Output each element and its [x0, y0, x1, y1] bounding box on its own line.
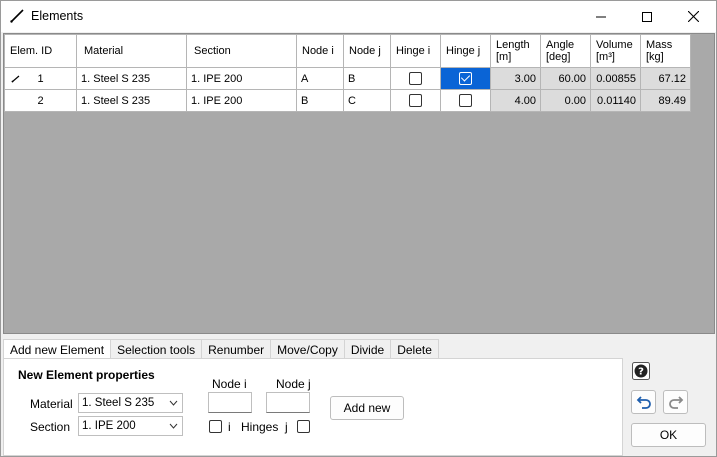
- mass-cell: 67.12: [640, 67, 691, 90]
- material-cell[interactable]: 1. Steel S 235: [76, 67, 187, 90]
- tab-move-copy[interactable]: Move/Copy: [270, 339, 345, 359]
- col-length[interactable]: Length [m]: [490, 34, 541, 68]
- col-angle-unit: [deg]: [546, 51, 571, 63]
- hinge-j-checkbox[interactable]: [459, 94, 472, 107]
- hinge-i-cell[interactable]: [390, 67, 441, 90]
- hinges-label: Hinges: [241, 420, 279, 434]
- elements-table: Elem. ID Material Section Node i Node j …: [4, 34, 691, 112]
- minimize-icon: [596, 16, 606, 17]
- undo-icon: [636, 396, 651, 409]
- col-mass-unit: [kg]: [646, 51, 664, 63]
- volume-cell: 0.01140: [590, 89, 641, 112]
- hinge-j-cell[interactable]: [440, 89, 491, 112]
- header-row: Elem. ID Material Section Node i Node j …: [4, 34, 691, 68]
- svg-text:?: ?: [638, 367, 644, 378]
- row-id-cell[interactable]: 2: [4, 89, 77, 112]
- elem-id: 2: [37, 94, 44, 107]
- section-label: Section: [30, 420, 71, 434]
- hinge-j-cell[interactable]: [440, 67, 491, 90]
- maximize-icon: [642, 11, 652, 22]
- col-mass[interactable]: Mass [kg]: [640, 34, 691, 68]
- node-i-cell[interactable]: A: [296, 67, 344, 90]
- hinge-j-label: j: [285, 420, 288, 434]
- redo-button[interactable]: [663, 390, 688, 414]
- hinge-i-label: i: [228, 420, 231, 434]
- title-bar: Elements: [1, 1, 716, 32]
- minimize-button[interactable]: [578, 1, 624, 32]
- col-length-label: Length: [496, 39, 530, 51]
- section-cell[interactable]: 1. IPE 200: [186, 67, 297, 90]
- col-angle-label: Angle: [546, 39, 575, 51]
- section-cell[interactable]: 1. IPE 200: [186, 89, 297, 112]
- tab-selection-tools[interactable]: Selection tools: [110, 339, 203, 359]
- node-i-label: Node i: [212, 377, 247, 391]
- ok-button[interactable]: OK: [631, 423, 706, 447]
- close-icon: [687, 11, 699, 22]
- material-select[interactable]: 1. Steel S 235: [78, 393, 183, 413]
- col-hinge-j[interactable]: Hinge j: [440, 34, 491, 68]
- tab-divide[interactable]: Divide: [343, 339, 392, 359]
- length-cell: 4.00: [490, 89, 541, 112]
- node-j-input[interactable]: [266, 392, 310, 413]
- tab-add-new-element[interactable]: Add new Element: [3, 339, 112, 360]
- redo-icon: [668, 396, 683, 409]
- node-j-label: Node j: [276, 377, 311, 391]
- col-node-j[interactable]: Node j: [343, 34, 391, 68]
- panel-title: New Element properties: [18, 368, 155, 382]
- col-volume-unit: [m³]: [596, 51, 615, 63]
- volume-cell: 0.00855: [590, 67, 641, 90]
- col-volume-label: Volume: [596, 39, 633, 51]
- hinge-j-checkbox[interactable]: [459, 72, 472, 85]
- hinge-i-checkbox[interactable]: [409, 94, 422, 107]
- node-i-cell[interactable]: B: [296, 89, 344, 112]
- material-label: Material: [30, 397, 73, 411]
- elements-window: Elements Elem. ID Material Section Node …: [0, 0, 717, 457]
- window-title: Elements: [31, 9, 84, 23]
- table-row[interactable]: 1 1. Steel S 235 1. IPE 200 A B 3.00 60.…: [4, 67, 691, 90]
- col-angle[interactable]: Angle [deg]: [540, 34, 591, 68]
- node-i-input[interactable]: [208, 392, 252, 413]
- length-cell: 3.00: [490, 67, 541, 90]
- help-button[interactable]: ?: [630, 360, 652, 382]
- col-material[interactable]: Material: [76, 34, 187, 68]
- angle-cell: 60.00: [540, 67, 591, 90]
- edit-pencil-icon: [11, 75, 20, 83]
- new-hinge-j-checkbox[interactable]: [297, 420, 310, 433]
- table-row[interactable]: 2 1. Steel S 235 1. IPE 200 B C 4.00 0.0…: [4, 89, 691, 112]
- mass-cell: 89.49: [640, 89, 691, 112]
- close-button[interactable]: [670, 1, 716, 32]
- elements-grid[interactable]: Elem. ID Material Section Node i Node j …: [3, 33, 715, 334]
- col-node-i[interactable]: Node i: [296, 34, 344, 68]
- material-cell[interactable]: 1. Steel S 235: [76, 89, 187, 112]
- elem-id: 1: [37, 72, 44, 85]
- hinge-i-checkbox[interactable]: [409, 72, 422, 85]
- col-section[interactable]: Section: [186, 34, 297, 68]
- node-j-cell[interactable]: B: [343, 67, 391, 90]
- tab-renumber[interactable]: Renumber: [201, 339, 272, 359]
- hinge-i-cell[interactable]: [390, 89, 441, 112]
- col-volume[interactable]: Volume [m³]: [590, 34, 641, 68]
- help-icon: ?: [632, 362, 650, 380]
- col-hinge-i[interactable]: Hinge i: [390, 34, 441, 68]
- material-select-value: 1. Steel S 235: [82, 397, 155, 409]
- col-length-unit: [m]: [496, 51, 512, 63]
- maximize-button[interactable]: [624, 1, 670, 32]
- add-element-panel: New Element properties Material 1. Steel…: [3, 358, 623, 456]
- row-id-cell[interactable]: 1: [4, 67, 77, 90]
- tab-delete[interactable]: Delete: [390, 339, 439, 359]
- node-j-cell[interactable]: C: [343, 89, 391, 112]
- line-element-icon: [10, 9, 24, 23]
- new-hinge-i-checkbox[interactable]: [209, 420, 222, 433]
- section-select[interactable]: 1. IPE 200: [78, 416, 183, 436]
- chevron-down-icon: [169, 423, 178, 429]
- col-elem-id[interactable]: Elem. ID: [4, 34, 77, 68]
- chevron-down-icon: [169, 400, 178, 406]
- angle-cell: 0.00: [540, 89, 591, 112]
- tab-strip: Add new Element Selection tools Renumber…: [3, 339, 439, 360]
- col-mass-label: Mass: [646, 39, 673, 51]
- section-select-value: 1. IPE 200: [82, 420, 136, 432]
- undo-button[interactable]: [631, 390, 656, 414]
- add-new-button[interactable]: Add new: [330, 396, 404, 420]
